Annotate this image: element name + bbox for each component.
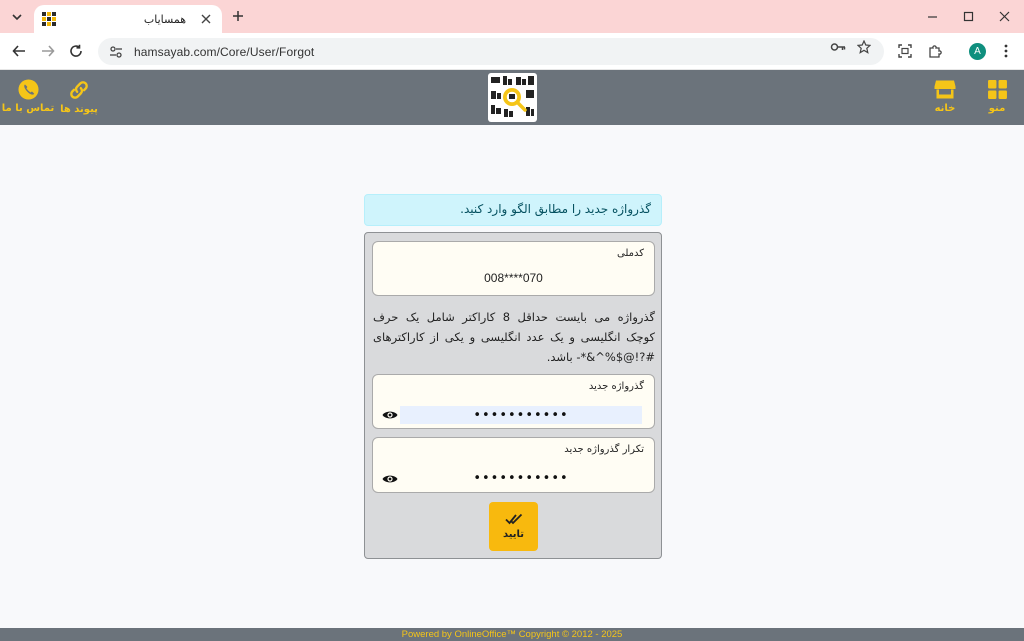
new-password-input[interactable] bbox=[400, 406, 642, 424]
screenshot-button[interactable] bbox=[896, 42, 914, 60]
back-button[interactable] bbox=[9, 41, 29, 61]
forward-button[interactable] bbox=[38, 41, 58, 61]
chevron-down-icon bbox=[12, 14, 22, 21]
browser-tab-active[interactable]: همسایاب bbox=[34, 5, 222, 33]
tab-title: همسایاب bbox=[143, 12, 186, 26]
repeat-password-input[interactable] bbox=[400, 469, 642, 487]
browser-menu-button[interactable] bbox=[997, 42, 1015, 60]
grid-menu-icon bbox=[987, 80, 1007, 99]
eye-icon[interactable] bbox=[382, 409, 398, 421]
reload-icon bbox=[70, 44, 82, 57]
national-code-label: کدملی bbox=[616, 248, 644, 259]
site-logo[interactable] bbox=[488, 73, 537, 122]
menu-link[interactable]: منو bbox=[972, 79, 1022, 114]
repeat-password-label: تکرار گذرواژه جدید bbox=[564, 444, 644, 455]
url-text[interactable]: hamsayab.com/Core/User/Forgot bbox=[134, 45, 314, 59]
phone-icon bbox=[17, 79, 39, 100]
browser-toolbar: hamsayab.com/Core/User/Forgot A bbox=[0, 33, 1024, 70]
submit-label: تایید bbox=[502, 529, 525, 540]
new-password-field: گذرواژه جدید bbox=[372, 374, 655, 429]
eye-icon[interactable] bbox=[382, 473, 398, 485]
site-header: تماس با ما پیوند ها خانه منو bbox=[0, 70, 1024, 125]
key-icon bbox=[830, 43, 846, 51]
submit-button[interactable]: تایید bbox=[489, 502, 538, 551]
site-footer: Powered by OnlineOffice™ Copyright © 201… bbox=[0, 628, 1024, 641]
close-icon bbox=[201, 14, 211, 24]
store-icon bbox=[934, 80, 956, 99]
more-vertical-icon bbox=[1004, 44, 1008, 58]
forgot-password-form: کدملی 008****070 گذرواژه می بایست حداقل … bbox=[364, 232, 662, 559]
maximize-icon bbox=[963, 11, 973, 21]
browser-tabstrip: همسایاب bbox=[0, 0, 1024, 33]
plus-icon bbox=[233, 11, 243, 21]
close-icon bbox=[999, 11, 1009, 21]
close-window-button[interactable] bbox=[989, 6, 1019, 26]
links-link[interactable]: پیوند ها bbox=[54, 79, 104, 115]
site-info-button[interactable] bbox=[108, 44, 124, 60]
reload-button[interactable] bbox=[66, 41, 86, 61]
repeat-password-field: تکرار گذرواژه جدید bbox=[372, 437, 655, 493]
extensions-button[interactable] bbox=[926, 42, 944, 60]
new-tab-button[interactable] bbox=[229, 7, 247, 25]
maximize-button[interactable] bbox=[953, 6, 983, 26]
info-alert: گذرواژه جدید را مطابق الگو وارد کنید. bbox=[364, 194, 662, 226]
puzzle-icon bbox=[929, 45, 942, 58]
home-link[interactable]: خانه bbox=[920, 79, 970, 114]
crop-screen-icon bbox=[898, 44, 912, 58]
site-favicon-icon bbox=[42, 12, 56, 26]
tab-search-button[interactable] bbox=[6, 6, 28, 28]
password-manager-button[interactable] bbox=[830, 39, 846, 55]
profile-avatar[interactable]: A bbox=[969, 43, 986, 60]
arrow-left-icon bbox=[12, 45, 25, 57]
contact-us-link[interactable]: تماس با ما bbox=[1, 79, 55, 114]
contact-us-label: تماس با ما bbox=[1, 103, 55, 114]
national-code-field: کدملی 008****070 bbox=[372, 241, 655, 296]
hamsayab-logo-icon bbox=[489, 74, 536, 121]
new-password-label: گذرواژه جدید bbox=[588, 381, 644, 392]
links-label: پیوند ها bbox=[60, 104, 98, 115]
password-rule-text: گذرواژه می بایست حداقل 8 کاراکتر شامل یک… bbox=[373, 310, 655, 364]
minimize-icon bbox=[927, 15, 937, 18]
double-check-icon bbox=[504, 513, 522, 525]
minimize-button[interactable] bbox=[917, 6, 947, 26]
national-code-value: 008****070 bbox=[484, 271, 543, 285]
menu-label: منو bbox=[988, 103, 1006, 114]
tab-close-button[interactable] bbox=[198, 11, 214, 27]
bookmark-star-button[interactable] bbox=[856, 39, 872, 55]
home-label: خانه bbox=[934, 103, 956, 114]
tune-icon bbox=[110, 45, 122, 58]
star-icon bbox=[857, 40, 871, 54]
address-bar[interactable]: hamsayab.com/Core/User/Forgot bbox=[98, 38, 884, 65]
link-icon bbox=[70, 81, 88, 99]
arrow-right-icon bbox=[42, 45, 55, 57]
